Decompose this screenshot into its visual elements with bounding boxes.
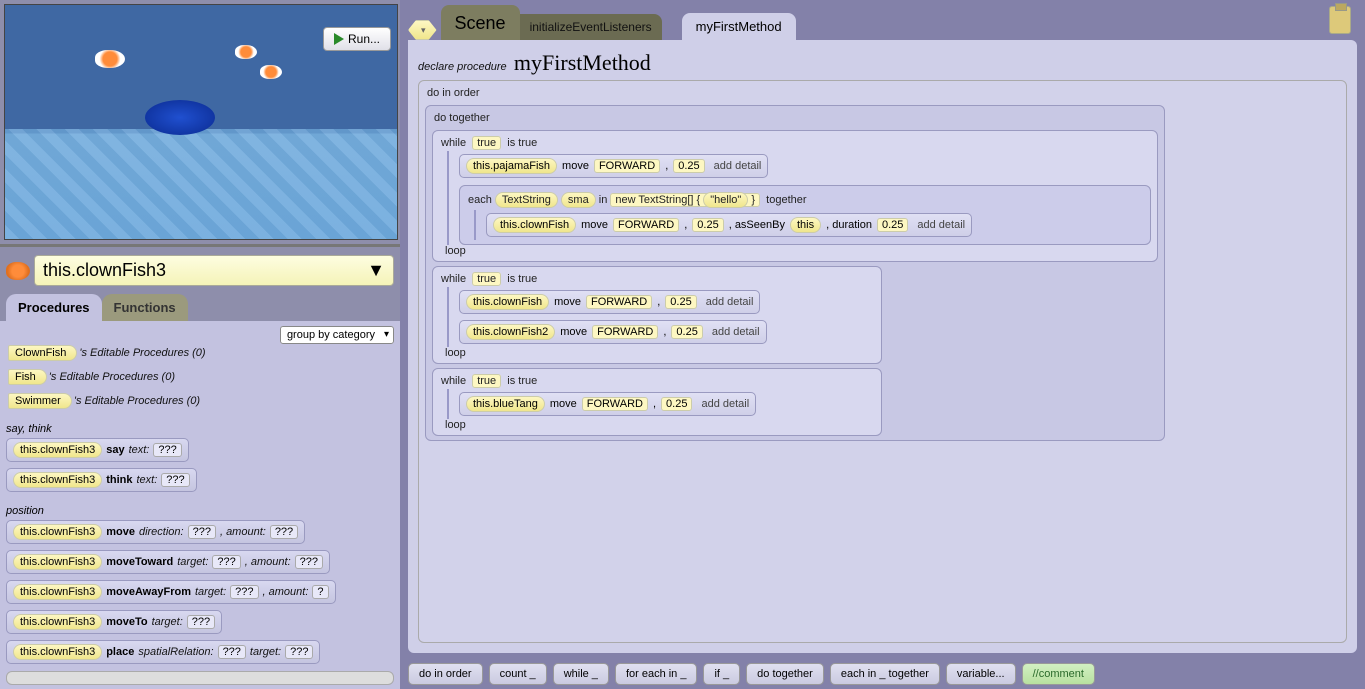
category-say-think: say, think <box>6 423 394 435</box>
tab-procedures[interactable]: Procedures <box>6 294 102 321</box>
block-do-together[interactable]: do together while true is true this.paja… <box>425 105 1165 441</box>
run-button[interactable]: Run... <box>323 27 391 51</box>
control-tile-tray: do in order count _ while _ for each in … <box>400 659 1365 689</box>
editor-tabs: Scene initializeEventListeners myFirstMe… <box>400 0 1365 40</box>
tile-think[interactable]: this.clownFish3thinktext:??? <box>6 468 197 492</box>
tile-say[interactable]: this.clownFish3saytext:??? <box>6 438 189 462</box>
tile-moveto[interactable]: this.clownFish3moveTotarget:??? <box>6 610 222 634</box>
tile-comment[interactable]: //comment <box>1022 663 1095 685</box>
block-while-1[interactable]: while true is true this.pajamaFishmoveFO… <box>432 130 1158 262</box>
tile-place[interactable]: this.clownFish3placespatialRelation:???t… <box>6 640 320 664</box>
pajama-fish-sprite <box>95 50 125 68</box>
h-scrollbar[interactable] <box>6 671 394 685</box>
tile-each-together[interactable]: each in _ together <box>830 663 940 685</box>
tile-move[interactable]: this.clownFish3movedirection:???, amount… <box>6 520 305 544</box>
block-each-textstring[interactable]: each TextString sma in new TextString[] … <box>459 185 1151 245</box>
clipboard-icon[interactable] <box>1329 6 1351 34</box>
tab-functions[interactable]: Functions <box>102 294 188 321</box>
play-icon <box>334 33 344 45</box>
block-do-in-order[interactable]: do in order do together while true is tr… <box>418 80 1347 643</box>
code-editor: declare procedure myFirstMethod do in or… <box>408 40 1357 653</box>
stmt-clownfish2-move[interactable]: this.clownFish2moveFORWARD, 0.25add deta… <box>459 320 767 344</box>
stmt-bluetang-move[interactable]: this.blueTangmoveFORWARD, 0.25add detail <box>459 392 756 416</box>
tile-do-together[interactable]: do together <box>746 663 824 685</box>
tile-foreach[interactable]: for each in _ <box>615 663 698 685</box>
scene-tab[interactable]: Scene <box>441 5 520 40</box>
clownfish-icon <box>6 262 30 280</box>
blue-tang-sprite <box>145 100 215 135</box>
clown-fish-sprite <box>235 45 257 59</box>
class-tag-fish[interactable]: Fish <box>8 369 47 385</box>
class-tag-clownfish[interactable]: ClownFish <box>8 345 77 361</box>
method-name: myFirstMethod <box>514 50 651 75</box>
myfirstmethod-tab[interactable]: myFirstMethod <box>682 13 796 40</box>
block-while-2[interactable]: while true is true this.clownFishmoveFOR… <box>432 266 882 364</box>
clown-fish2-sprite <box>260 65 282 79</box>
tile-moveawayfrom[interactable]: this.clownFish3moveAwayFromtarget:???, a… <box>6 580 336 604</box>
tile-while[interactable]: while _ <box>553 663 609 685</box>
procedures-panel: group by category ClownFish's Editable P… <box>0 321 400 689</box>
scene-preview: Run... Setup Scene <box>4 4 398 240</box>
group-by-select[interactable]: group by category <box>280 326 394 344</box>
stmt-clownfish-move[interactable]: this.clownFishmoveFORWARD, 0.25add detai… <box>459 290 760 314</box>
class-selector-hex[interactable] <box>408 20 437 40</box>
category-position: position <box>6 505 394 517</box>
stmt-pajamafish-move[interactable]: this.pajamaFishmoveFORWARD, 0.25add deta… <box>459 154 768 178</box>
tile-count[interactable]: count _ <box>489 663 547 685</box>
block-while-3[interactable]: while true is true this.blueTangmoveFORW… <box>432 368 882 436</box>
stmt-clownfish-move-each[interactable]: this.clownFishmoveFORWARD, 0.25, asSeenB… <box>486 213 972 237</box>
init-listeners-tab[interactable]: initializeEventListeners <box>520 14 662 40</box>
tile-variable[interactable]: variable... <box>946 663 1016 685</box>
class-tag-swimmer[interactable]: Swimmer <box>8 393 72 409</box>
tile-if[interactable]: if _ <box>703 663 740 685</box>
tile-movetoward[interactable]: this.clownFish3moveTowardtarget:???, amo… <box>6 550 330 574</box>
tile-do-in-order[interactable]: do in order <box>408 663 483 685</box>
